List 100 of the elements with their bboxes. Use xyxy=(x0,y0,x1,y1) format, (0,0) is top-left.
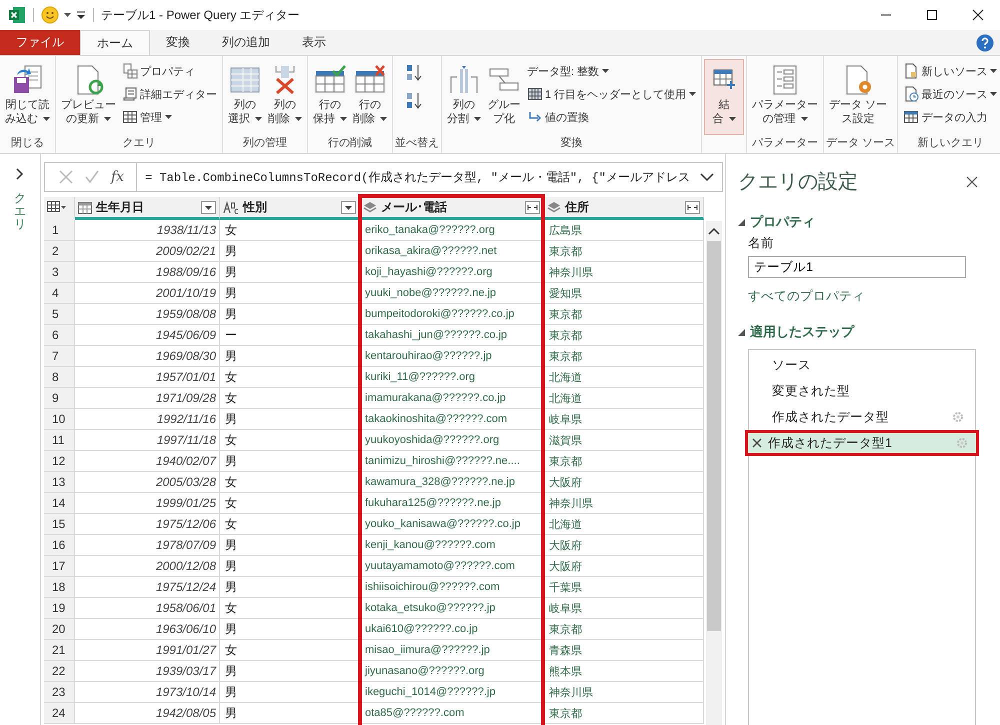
ribbon-button[interactable]: プロパティ xyxy=(119,60,220,82)
table-cell: ukai610@??????.co.jp xyxy=(360,619,544,640)
table-cell: koji_hayashi@??????.org xyxy=(360,262,544,283)
group-label: 行の削減 xyxy=(327,136,373,151)
calendar-icon xyxy=(78,200,92,214)
applied-step[interactable]: 作成されたデータ型 xyxy=(749,404,975,430)
filter-dropdown-icon[interactable] xyxy=(201,200,216,214)
applied-step[interactable]: ソース xyxy=(749,352,975,378)
scrollbar-thumb[interactable] xyxy=(707,241,721,631)
ribbon-button[interactable]: 最近のソース xyxy=(900,83,1000,105)
table-cell: jiyunasano@??????.org xyxy=(360,661,544,682)
step-label: 作成されたデータ型1 xyxy=(768,434,893,452)
applied-step[interactable]: 変更された型 xyxy=(749,378,975,404)
name-field[interactable]: テーブル1 xyxy=(748,256,966,278)
column-header[interactable]: 生年月日 xyxy=(96,198,197,216)
expand-column-icon[interactable] xyxy=(685,200,700,214)
ribbon-tab[interactable]: 変換 xyxy=(150,30,206,55)
close-icon[interactable] xyxy=(966,176,978,188)
table-cell: 女 xyxy=(220,430,360,451)
collapse-icon[interactable] xyxy=(738,218,745,226)
calendar-grid-icon xyxy=(527,86,543,102)
ribbon-button[interactable]: 列の 分割 xyxy=(444,59,484,129)
row-number: 4 xyxy=(44,283,75,304)
expand-icon[interactable] xyxy=(15,168,25,180)
customize-icon[interactable] xyxy=(76,10,86,20)
table-cell: 大阪府 xyxy=(544,472,704,493)
sort-descending-icon[interactable] xyxy=(405,91,423,111)
table-cell: 北海道 xyxy=(544,388,704,409)
all-properties-link[interactable]: すべてのプロパティ xyxy=(748,288,1000,305)
ribbon-button[interactable]: グルー プ化 xyxy=(484,59,524,129)
table-cell: takahashi_jun@??????.co.jp xyxy=(360,325,544,346)
table-cell: takaokinoshita@??????.com xyxy=(360,409,544,430)
ribbon-button[interactable]: 行の 保持 xyxy=(310,59,350,129)
table-cell: kuriki_11@??????.org xyxy=(360,367,544,388)
ribbon-button[interactable]: 1 行目をヘッダーとして使用 xyxy=(524,83,700,105)
scroll-up-icon[interactable] xyxy=(708,227,720,235)
table-cell: 愛知県 xyxy=(544,283,704,304)
table-cell: 東京都 xyxy=(544,451,704,472)
table-cell: 大阪府 xyxy=(544,535,704,556)
ribbon-button[interactable]: 結 合 xyxy=(704,59,744,135)
ribbon-button[interactable]: 閉じて読 み込む xyxy=(2,59,53,129)
scroll-icon xyxy=(122,86,138,102)
ribbon-button[interactable]: 管理 xyxy=(119,106,220,128)
ribbon-button[interactable]: データの入力 xyxy=(900,106,1000,128)
caret-icon[interactable] xyxy=(64,12,71,18)
ribbon-tab[interactable]: ファイル xyxy=(0,30,80,55)
filter-dropdown-icon[interactable] xyxy=(341,200,356,214)
formula-text[interactable]: = Table.CombineColumnsToRecord(作成されたデータ型, "メール・電話", {"メールアドレス xyxy=(137,168,692,186)
row-number: 18 xyxy=(44,577,75,598)
ribbon-button[interactable]: データ型: 整数 xyxy=(524,60,700,82)
group-label: 並べ替え xyxy=(395,136,439,151)
table-cell: 1969/08/30 xyxy=(75,346,220,367)
row-number: 22 xyxy=(44,661,75,682)
table-cell: orikasa_akira@??????.net xyxy=(360,241,544,262)
sort-ascending-icon[interactable] xyxy=(405,63,423,83)
help-icon[interactable] xyxy=(976,34,994,52)
column-header[interactable]: 住所 xyxy=(565,198,681,216)
ribbon-tab[interactable]: 列の追加 xyxy=(206,30,286,55)
ribbon-button[interactable]: パラメーター の管理 xyxy=(749,59,822,129)
ribbon-button[interactable]: 列の 削除 xyxy=(265,59,305,129)
close-icon[interactable] xyxy=(972,9,984,21)
table-cell: 女 xyxy=(220,514,360,535)
ribbon-button[interactable]: 行の 削除 xyxy=(350,59,390,129)
table-cell: 北海道 xyxy=(544,514,704,535)
ribbon-button[interactable]: 列の 選択 xyxy=(225,59,265,129)
row-number: 10 xyxy=(44,409,75,430)
table-cell: 神奈川県 xyxy=(544,682,704,703)
expand-column-icon[interactable] xyxy=(525,200,540,214)
row-number: 21 xyxy=(44,640,75,661)
function-label[interactable]: fx xyxy=(111,163,138,191)
ribbon-button[interactable]: データ ソー ス設定 xyxy=(826,59,890,129)
group-label: 変換 xyxy=(560,136,584,151)
column-header[interactable]: 性別 xyxy=(243,198,337,216)
table-icon xyxy=(903,109,920,125)
ribbon-button[interactable]: 値の置換 xyxy=(524,106,700,128)
delete-icon[interactable] xyxy=(752,438,762,448)
smiley-icon[interactable] xyxy=(41,6,59,24)
table-menu-icon[interactable] xyxy=(47,201,67,213)
caret-icon xyxy=(165,115,172,119)
queries-pane-label[interactable]: クエリ xyxy=(14,192,26,232)
row-number: 20 xyxy=(44,619,75,640)
page-clock-icon xyxy=(903,86,920,102)
column-header[interactable]: メール･電話 xyxy=(381,198,521,216)
row-number: 19 xyxy=(44,598,75,619)
applied-step[interactable]: 作成されたデータ型1 xyxy=(745,430,979,456)
ribbon-tab[interactable]: ホーム xyxy=(80,30,150,55)
check-icon xyxy=(85,170,99,184)
collapse-icon[interactable] xyxy=(738,328,745,336)
table-cell: 1959/08/08 xyxy=(75,304,220,325)
table-cell: 女 xyxy=(220,367,360,388)
caret-icon xyxy=(800,117,808,121)
excel-icon[interactable] xyxy=(8,6,26,24)
maximize-icon[interactable] xyxy=(926,9,938,21)
chevron-down-icon[interactable] xyxy=(700,172,714,182)
ribbon-button[interactable]: プレビュー の更新 xyxy=(58,59,119,129)
ribbon-button[interactable]: 新しいソース xyxy=(900,60,1000,82)
row-number: 6 xyxy=(44,325,75,346)
group-label: 列の管理 xyxy=(242,136,288,151)
ribbon-button[interactable]: 詳細エディター xyxy=(119,83,220,105)
ribbon-tab[interactable]: 表示 xyxy=(286,30,342,55)
